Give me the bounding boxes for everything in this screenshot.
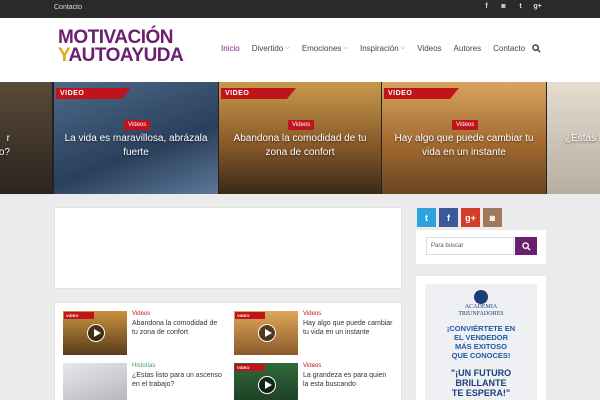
featured-slider: r o? VIDEO Videos La vida es maravillosa… [0,82,600,194]
banner-academy: ACADEMIA TRIUNFADORES [458,304,504,317]
instagram-icon[interactable]: ◙ [483,208,502,227]
slide-title[interactable]: La vida es maravillosa, abrázala fuerte [54,132,218,160]
twitter-icon[interactable]: t [512,3,529,10]
nav-item-inicio[interactable]: Inicio [221,44,240,53]
video-badge: VIDEO [56,88,131,99]
video-badge: VIDEO [64,312,94,319]
article-category[interactable]: Videos [303,363,393,369]
ad-placeholder [54,207,402,289]
nav-item-inspiracion[interactable]: Inspiración ⌵ [360,44,405,53]
article-card[interactable]: VIDEO Videos Hay algo que puede cambiar … [234,311,393,355]
article-thumbnail[interactable]: VIDEO [234,363,298,400]
banner-ad[interactable]: ACADEMIA TRIUNFADORES ¡CONVIÉRTETE EN EL… [425,284,537,400]
search-icon[interactable] [532,44,541,55]
search-input[interactable]: Para buscar [426,237,514,255]
video-badge: VIDEO [384,88,459,99]
article-category[interactable]: Videos [303,311,393,317]
chevron-down-icon: ⌵ [285,45,290,51]
article-card[interactable]: VIDEO Videos Abandona la comodidad de tu… [63,311,222,355]
article-category[interactable]: Historias [132,363,222,369]
site-logo[interactable]: MOTIVACIÓN YAUTOAYUDA [58,28,184,66]
search-icon [521,241,531,251]
logo-line-2: YAUTOAYUDA [58,45,184,66]
play-icon[interactable] [258,324,276,342]
sidebar-search: Para buscar [416,230,546,264]
slide-card[interactable]: VIDEO Videos La vida es maravillosa, abr… [54,82,218,194]
googleplus-icon[interactable]: g+ [529,3,546,10]
slide-title: ¿Estas l [565,133,600,144]
slide-title: r o? [0,133,10,158]
article-thumbnail[interactable]: VIDEO [234,311,298,355]
article-title[interactable]: ¿Estas listo para un ascenso en el traba… [132,371,222,389]
nav-item-videos[interactable]: Videos [417,44,441,53]
play-icon[interactable] [87,324,105,342]
twitter-icon[interactable]: t [417,208,436,227]
play-icon[interactable] [258,376,276,394]
article-thumbnail[interactable] [63,363,127,400]
sidebar-banner[interactable]: ACADEMIA TRIUNFADORES ¡CONVIÉRTETE EN EL… [416,276,546,400]
facebook-icon[interactable]: f [439,208,458,227]
nav-item-autores[interactable]: Autores [454,44,482,53]
slide-title[interactable]: Abandona la comodidad de tu zona de conf… [219,132,381,160]
slide-category[interactable]: Videos [124,120,151,130]
article-category[interactable]: Videos [132,311,222,317]
sidebar-social: t f g+ ◙ [417,208,502,227]
slide-category[interactable]: Videos [452,120,479,130]
banner-tagline: "¡UN FUTURO BRILLANTE TE ESPERA!" [450,368,512,398]
main-nav: Inicio Divertido ⌵ Emociones ⌵ Inspiración… [221,44,541,53]
academy-seal-icon [474,290,488,304]
instagram-icon[interactable]: ◙ [495,3,512,10]
article-title[interactable]: Hay algo que puede cambiar tu vida en un… [303,319,393,337]
facebook-icon[interactable]: f [478,3,495,10]
nav-item-contacto[interactable]: Contacto [493,44,525,53]
video-badge: VIDEO [235,364,265,371]
article-panel: VIDEO Videos Abandona la comodidad de tu… [54,302,402,400]
chevron-down-icon: ⌵ [400,45,406,51]
slide-partial-left[interactable]: r o? [0,82,52,194]
article-title[interactable]: Abandona la comodidad de tu zona de conf… [132,319,222,337]
article-title[interactable]: La grandeza es para quien la esta buscan… [303,371,393,389]
site-header: MOTIVACIÓN YAUTOAYUDA Inicio Divertido ⌵ … [0,18,600,82]
googleplus-icon[interactable]: g+ [461,208,480,227]
top-bar: Contacto f ◙ t g+ [0,0,600,18]
slide-card[interactable]: VIDEO Videos Hay algo que puede cambiar … [382,82,546,194]
slide-title[interactable]: Hay algo que puede cambiar tu vida en un… [382,132,546,160]
article-thumbnail[interactable]: VIDEO [63,311,127,355]
search-button[interactable] [515,237,537,255]
slide-partial-right[interactable]: ¿Estas l [547,82,600,194]
nav-item-divertido[interactable]: Divertido ⌵ [252,44,290,53]
video-badge: VIDEO [235,312,265,319]
nav-item-emociones[interactable]: Emociones ⌵ [302,44,348,53]
chevron-down-icon: ⌵ [343,45,348,51]
slide-category[interactable]: Videos [288,120,315,130]
article-card[interactable]: VIDEO Videos La grandeza es para quien l… [234,363,393,400]
banner-headline: ¡CONVIÉRTETE EN EL VENDEDOR MÁS EXITOSO … [446,324,516,360]
video-badge: VIDEO [221,88,296,99]
topbar-social: f ◙ t g+ [478,3,546,10]
article-card[interactable]: Historias ¿Estas listo para un ascenso e… [63,363,222,400]
topbar-contact-link[interactable]: Contacto [54,4,82,11]
slide-card[interactable]: VIDEO Videos Abandona la comodidad de tu… [219,82,381,194]
